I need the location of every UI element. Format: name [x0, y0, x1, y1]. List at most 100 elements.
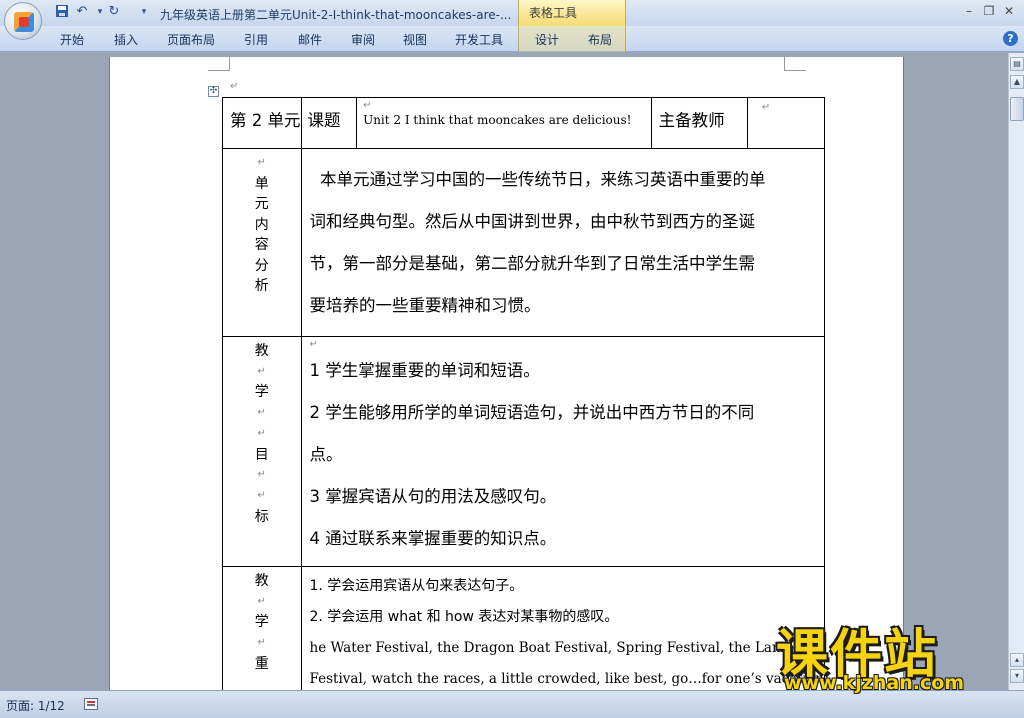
goal-item: 3 掌握宾语从句的用法及感叹句。 — [309, 487, 557, 506]
key-point-item: 1. 学会运用宾语从句来表达句子。 — [309, 578, 524, 594]
key-points-cell[interactable]: 1. 学会运用宾语从句来表达句子。 2. 学会运用 what 和 how 表达对… — [300, 566, 825, 690]
content-analysis-label: ↵ 单 元 内 容 分 析 — [223, 149, 301, 297]
paragraph-mark: ↵ — [230, 81, 239, 92]
label-char: 目 — [254, 446, 269, 463]
unit-cell[interactable]: 第 2 单元 — [222, 97, 302, 149]
key-points-label: 教 ↵ 学 ↵ 重 — [223, 567, 301, 675]
key-point-item: 2. 学会运用 what 和 how 表达对某事物的感叹。 — [309, 609, 619, 625]
tab-mailings[interactable]: 邮件 — [298, 31, 322, 48]
table-row: 教 ↵ 学 ↵ ↵ 目 ↵ ↵ 标 ↵ 1 学生掌握重要的单词和短语。 2 学生… — [222, 336, 825, 567]
site-watermark-logo: 课件站 www.kjzhan.com — [770, 612, 1010, 696]
label-char: 重 — [254, 655, 269, 672]
title-bar: ↶ ▾ ↻ ▾ 九年级英语上册第二单元Unit-2-I-think-that-m… — [0, 0, 1024, 40]
label-char: 标 — [254, 508, 269, 525]
paragraph-mark: ↵ — [257, 365, 266, 377]
page-indicator[interactable]: 页面: 1/12 — [6, 697, 65, 714]
paragraph-mark: ↵ — [257, 637, 266, 649]
table-tools-label: 表格工具 — [529, 6, 578, 20]
label-char: 分 — [254, 257, 269, 274]
goal-item: 点。 — [309, 445, 343, 464]
goal-item: 1 学生掌握重要的单词和短语。 — [309, 361, 540, 380]
paragraph-mark: ↵ — [257, 469, 266, 481]
paragraph-line: 要培养的一些重要精神和习惯。 — [309, 296, 541, 315]
label-char: 教 — [254, 573, 269, 589]
close-button[interactable]: ✕ — [1000, 3, 1018, 19]
document-workspace: ✣ ↵ 第 2 单元 课题 ↵ Unit 2 I think that moon… — [0, 53, 1008, 690]
paragraph-mark: ↵ — [309, 339, 318, 350]
key-points-label-cell[interactable]: 教 ↵ 学 ↵ 重 — [222, 566, 302, 690]
tab-layout[interactable]: 布局 — [588, 31, 612, 48]
vertical-scrollbar[interactable]: ▤ ▲ ▴ ▾ — [1008, 53, 1024, 690]
tab-view[interactable]: 视图 — [403, 31, 427, 48]
previous-page-button[interactable]: ▴ — [1010, 653, 1024, 667]
ruler-toggle-icon[interactable]: ▤ — [1010, 57, 1024, 71]
content-analysis-cell[interactable]: 本单元通过学习中国的一些传统节日，来练习英语中重要的单 词和经典句型。然后从中国… — [300, 148, 825, 337]
paragraph-line: 节，第一部分是基础，第二部分就升华到了日常生活中学生需 — [309, 254, 756, 273]
paragraph-mark: ↵ — [257, 407, 266, 419]
label-char: 容 — [254, 237, 269, 253]
table-row: ↵ 单 元 内 容 分 析 本单元通过学习中国的一些传统节日，来练习英语中重要的… — [222, 148, 825, 337]
teaching-goals-list: ↵ 1 学生掌握重要的单词和短语。 2 学生能够用所学的单词短语造句，并说出中西… — [302, 337, 824, 560]
content-analysis-label-cell[interactable]: ↵ 单 元 内 容 分 析 — [222, 148, 302, 337]
topic-label: 课题 — [307, 111, 341, 130]
document-title: 九年级英语上册第二单元Unit-2-I-think-that-mooncakes… — [160, 8, 512, 22]
restore-button[interactable]: ❐ — [980, 3, 998, 19]
content-analysis-paragraph: 本单元通过学习中国的一些传统节日，来练习英语中重要的单 词和经典句型。然后从中国… — [302, 149, 824, 327]
next-page-button[interactable]: ▾ — [1010, 669, 1024, 683]
teaching-goals-label-cell[interactable]: 教 ↵ 学 ↵ ↵ 目 ↵ ↵ 标 — [222, 336, 302, 567]
office-button[interactable] — [4, 2, 42, 40]
unit-label: 第 2 单元 — [230, 111, 301, 130]
key-point-item: Festival, watch the races, a little crow… — [309, 671, 824, 687]
tab-references[interactable]: 引用 — [244, 31, 268, 48]
table-tools-context-label: 表格工具 — [518, 0, 626, 26]
tab-design[interactable]: 设计 — [535, 31, 559, 48]
label-char: 析 — [254, 278, 269, 294]
undo-icon[interactable]: ↶ — [74, 4, 90, 20]
paragraph-mark: ↵ — [761, 102, 771, 113]
margin-corner-left — [208, 55, 230, 71]
teaching-goals-label: 教 ↵ 学 ↵ ↵ 目 ↵ ↵ 标 — [223, 337, 301, 527]
document-page[interactable]: ✣ ↵ 第 2 单元 课题 ↵ Unit 2 I think that moon… — [109, 55, 904, 690]
teaching-goals-cell[interactable]: ↵ 1 学生掌握重要的单词和短语。 2 学生能够用所学的单词短语造句，并说出中西… — [300, 336, 825, 567]
save-icon[interactable] — [54, 4, 70, 20]
tab-home[interactable]: 开始 — [60, 31, 84, 48]
paragraph-mark: ↵ — [257, 595, 266, 607]
tab-insert[interactable]: 插入 — [114, 31, 138, 48]
lesson-plan-table: 第 2 单元 课题 ↵ Unit 2 I think that mooncake… — [222, 97, 825, 690]
label-char: 元 — [254, 196, 269, 212]
office-logo-icon — [14, 12, 34, 32]
topic-label-cell[interactable]: 课题 — [300, 97, 358, 149]
scroll-up-button[interactable]: ▲ — [1010, 75, 1024, 89]
label-char: 单 — [254, 175, 269, 192]
label-char: 学 — [254, 614, 269, 631]
margin-corner-right — [784, 55, 806, 71]
paragraph-line: 本单元通过学习中国的一些传统节日，来练习英语中重要的单 — [309, 170, 766, 189]
customize-quick-access-icon[interactable]: ▾ — [136, 4, 152, 20]
teacher-value-cell[interactable]: ↵ — [746, 97, 825, 149]
ribbon-tab-bar: 开始 插入 页面布局 引用 邮件 审阅 视图 开发工具 设计 布局 ? — [0, 26, 1024, 52]
table-row: 教 ↵ 学 ↵ 重 1. 学会运用宾语从句来表达句子。 2. 学会运用 what… — [222, 566, 825, 690]
label-char: 内 — [254, 216, 269, 233]
key-point-item: he Water Festival, the Dragon Boat Festi… — [309, 640, 810, 656]
tab-review[interactable]: 审阅 — [351, 31, 375, 48]
paragraph-mark: ↵ — [363, 100, 372, 111]
teacher-label-cell[interactable]: 主备教师 — [650, 97, 748, 149]
proofing-status-icon[interactable] — [84, 698, 98, 710]
redo-icon[interactable]: ↻ — [106, 4, 122, 20]
table-row: 第 2 单元 课题 ↵ Unit 2 I think that mooncake… — [222, 97, 825, 149]
key-points-list: 1. 学会运用宾语从句来表达句子。 2. 学会运用 what 和 how 表达对… — [302, 567, 824, 690]
topic-value-cell[interactable]: ↵ Unit 2 I think that mooncakes are deli… — [356, 97, 652, 149]
paragraph-mark: ↵ — [257, 157, 266, 168]
goal-item: 2 学生能够用所学的单词短语造句，并说出中西方节日的不同 — [309, 403, 755, 422]
scroll-thumb[interactable] — [1010, 97, 1024, 121]
help-icon[interactable]: ? — [1003, 31, 1018, 46]
tab-page-layout[interactable]: 页面布局 — [167, 31, 215, 48]
goal-item: 4 通过联系来掌握重要的知识点。 — [309, 529, 557, 548]
table-move-handle[interactable]: ✣ — [208, 86, 219, 97]
topic-value: Unit 2 I think that mooncakes are delici… — [363, 113, 632, 127]
minimize-button[interactable]: – — [960, 3, 978, 19]
paragraph-line: 词和经典句型。然后从中国讲到世界，由中秋节到西方的圣诞 — [309, 212, 756, 231]
tab-developer[interactable]: 开发工具 — [455, 31, 503, 48]
paragraph-mark: ↵ — [257, 427, 266, 439]
label-char: 学 — [254, 384, 269, 401]
